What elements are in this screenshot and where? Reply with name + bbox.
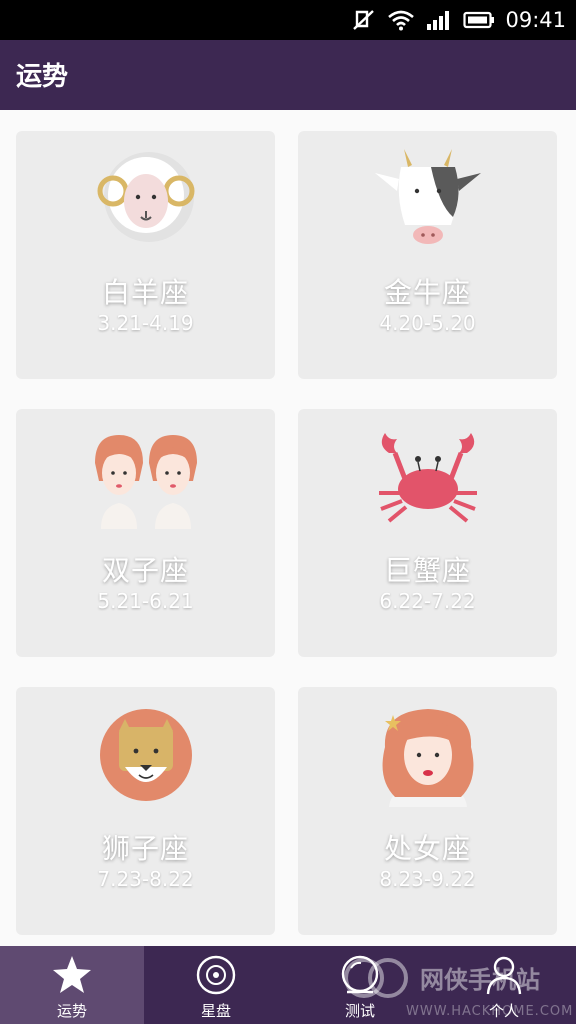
nav-tab-fortune[interactable]: 运势 [0,946,144,1024]
page-title: 运势 [16,62,69,92]
sign-name: 双子座 [101,554,189,587]
sign-dates: 6.22-7.22 [379,589,476,613]
zodiac-card-leo[interactable]: 狮子座 7.23-8.22 [16,687,275,935]
sign-dates: 7.23-8.22 [97,867,194,891]
cancer-crab-icon [379,433,477,523]
sign-name: 白羊座 [101,276,189,309]
zodiac-card-taurus[interactable]: 金牛座 4.20-5.20 [298,131,557,379]
leo-lion-icon [100,709,192,801]
star-icon [53,956,91,993]
bottom-nav: 运势 星盘 测试 个人 [0,946,576,1024]
chart-disc-icon [196,955,236,995]
nav-tab-chart[interactable]: 星盘 [144,946,288,1024]
battery-icon [463,11,495,29]
nav-label: 测试 [344,1002,375,1020]
sign-dates: 3.21-4.19 [97,311,194,335]
sign-name: 处女座 [383,832,471,865]
status-bar: 09:41 [0,0,576,40]
nav-label: 运势 [56,1002,87,1020]
app-header: 运势 [0,40,576,110]
nav-tab-test[interactable]: 测试 [288,946,432,1024]
virgo-maiden-icon [382,709,474,807]
nav-label: 个人 [488,1002,519,1020]
person-icon [486,956,522,995]
test-icon [341,955,379,994]
mute-icon [353,10,375,30]
sign-dates: 8.23-9.22 [379,867,476,891]
zodiac-card-aries[interactable]: 白羊座 3.21-4.19 [16,131,275,379]
zodiac-card-virgo[interactable]: 处女座 8.23-9.22 [298,687,557,935]
nav-tab-profile[interactable]: 个人 [432,946,576,1024]
wifi-icon [388,10,415,31]
zodiac-card-gemini[interactable]: 双子座 5.21-6.21 [16,409,275,657]
zodiac-card-cancer[interactable]: 巨蟹座 6.22-7.22 [298,409,557,657]
sign-dates: 4.20-5.20 [379,311,476,335]
aries-ram-icon [97,152,195,242]
sign-name: 狮子座 [101,832,189,865]
sign-name: 金牛座 [383,276,471,309]
taurus-bull-icon [375,149,481,244]
sign-name: 巨蟹座 [383,554,471,587]
nav-label: 星盘 [200,1002,231,1020]
zodiac-grid: 白羊座 3.21-4.19 金牛座 4.20-5.20 双子座 5.21-6.2… [0,110,576,946]
gemini-twins-icon [95,435,197,529]
signal-icon [427,11,450,30]
sign-dates: 5.21-6.21 [97,589,194,613]
clock: 09:41 [505,8,566,32]
